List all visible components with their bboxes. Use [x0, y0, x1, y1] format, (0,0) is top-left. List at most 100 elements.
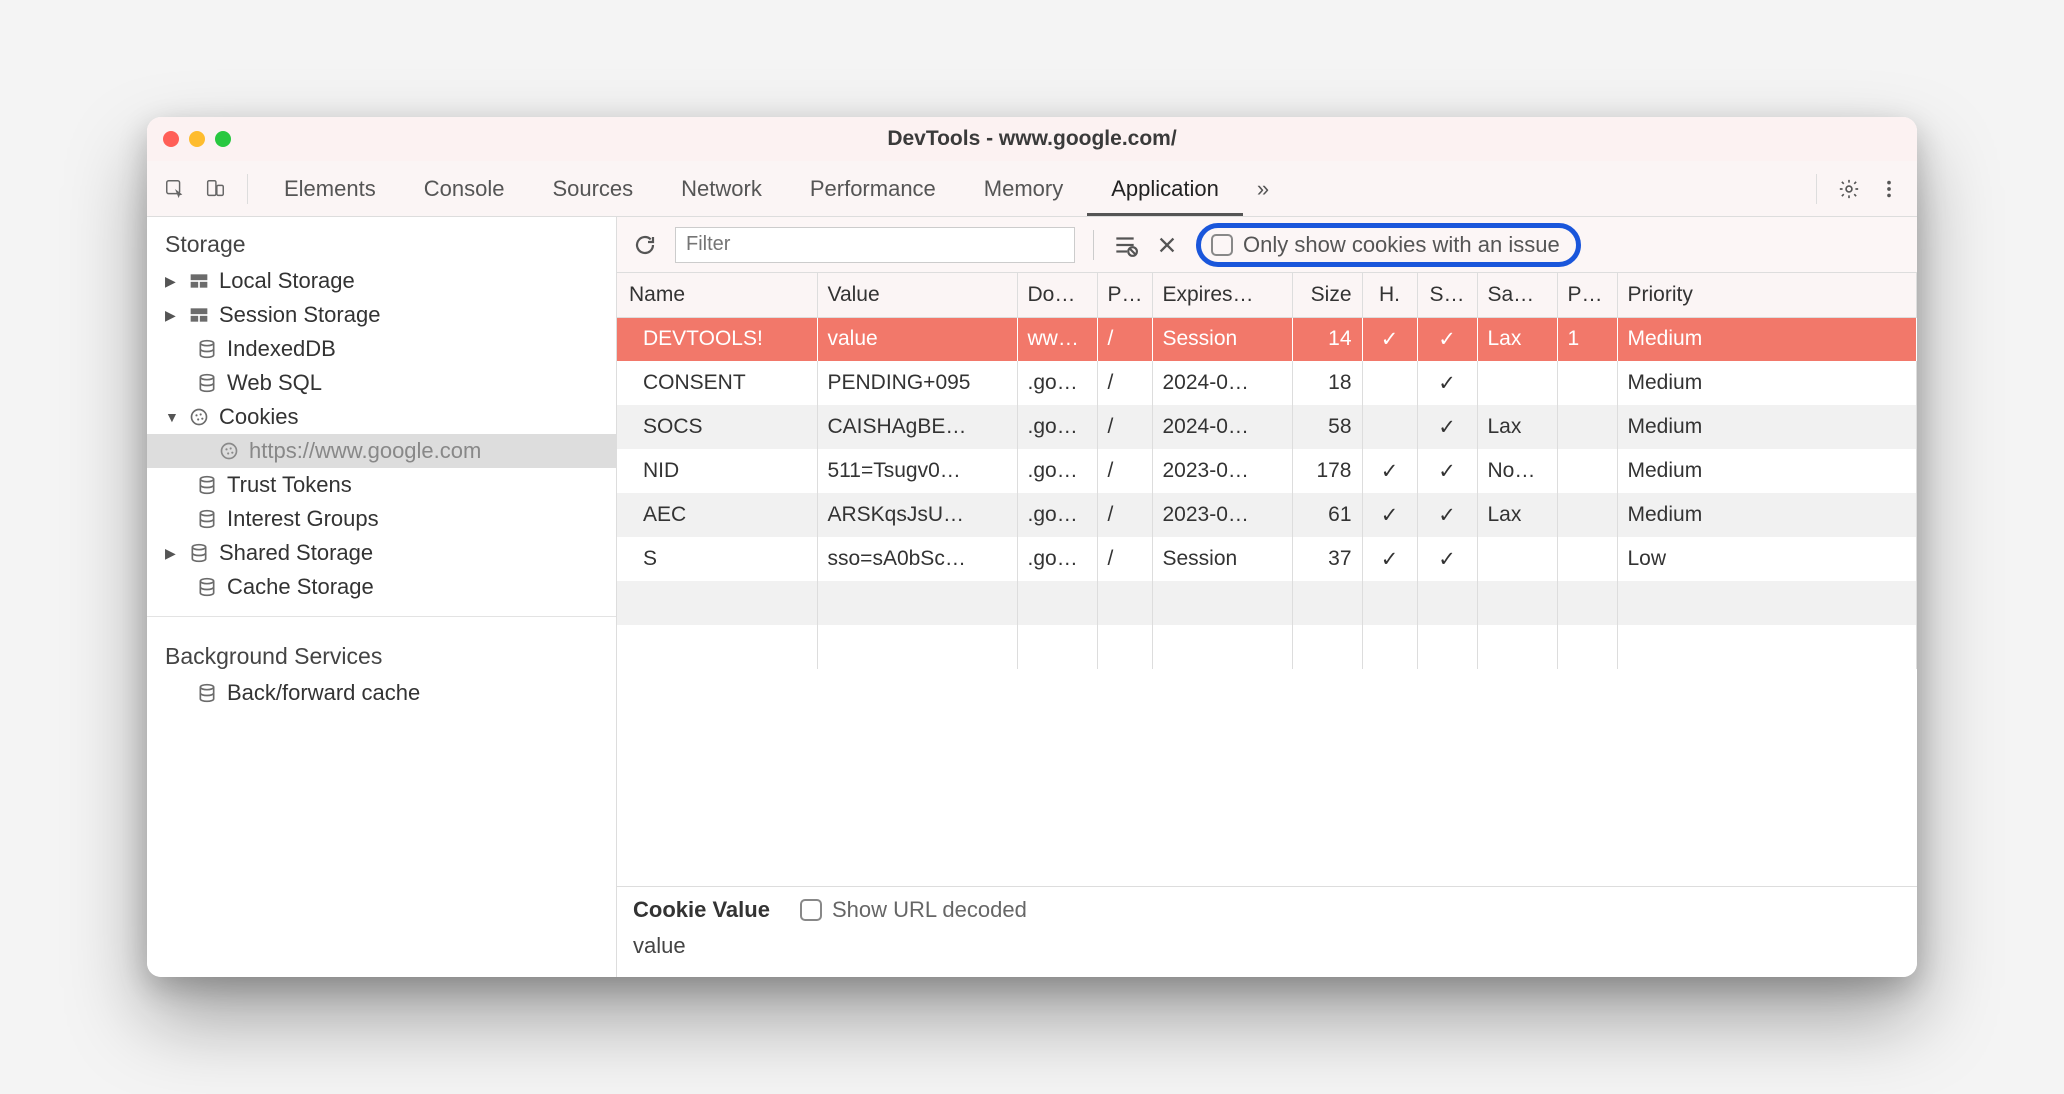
table-row[interactable]: AECARSKqsJsU….go…/2023-0…61✓✓LaxMedium	[617, 493, 1917, 537]
filter-input[interactable]	[675, 227, 1075, 263]
cell: ✓	[1417, 405, 1477, 449]
table-row[interactable]: SOCSCAISHAgBE….go…/2024-0…58✓LaxMedium	[617, 405, 1917, 449]
cell: ✓	[1417, 493, 1477, 537]
tab-performance[interactable]: Performance	[786, 161, 960, 216]
cell: No…	[1477, 449, 1557, 493]
cell	[1557, 405, 1617, 449]
cookie-value-text: value	[633, 933, 1901, 959]
cell	[1362, 361, 1417, 405]
sidebar-item-local-storage[interactable]: ▶ Local Storage	[147, 264, 616, 298]
separator	[1093, 230, 1094, 260]
storage-group-label: Storage	[147, 217, 616, 264]
cell: 2024-0…	[1152, 405, 1292, 449]
tab-console[interactable]: Console	[400, 161, 529, 216]
tab-network[interactable]: Network	[657, 161, 786, 216]
inspect-element-icon[interactable]	[155, 178, 195, 200]
database-icon	[195, 577, 219, 597]
table-row[interactable]: NID511=Tsugv0….go…/2023-0…178✓✓No…Medium	[617, 449, 1917, 493]
cell: .go…	[1017, 405, 1097, 449]
cell: /	[1097, 493, 1152, 537]
sidebar-item-label: Trust Tokens	[227, 472, 352, 498]
more-options-button[interactable]	[1869, 178, 1909, 200]
cell: sso=sA0bSc…	[817, 537, 1017, 581]
sidebar-item-cookies[interactable]: ▼ Cookies	[147, 400, 616, 434]
sidebar-item-label: Cookies	[219, 404, 298, 430]
col-httponly[interactable]: H.	[1362, 273, 1417, 317]
application-sidebar: Storage ▶ Local Storage ▶ Session Storag…	[147, 217, 617, 977]
col-path[interactable]: P…	[1097, 273, 1152, 317]
panel-tabs: Elements Console Sources Network Perform…	[147, 161, 1917, 217]
sidebar-item-interest-groups[interactable]: Interest Groups	[147, 502, 616, 536]
cell	[1557, 449, 1617, 493]
col-samesite[interactable]: Sa…	[1477, 273, 1557, 317]
table-row[interactable]: CONSENTPENDING+095.go…/2024-0…18✓Medium	[617, 361, 1917, 405]
device-toolbar-icon[interactable]	[195, 178, 235, 200]
cell: ✓	[1417, 361, 1477, 405]
tab-memory[interactable]: Memory	[960, 161, 1087, 216]
sidebar-item-label: Cache Storage	[227, 574, 374, 600]
table-icon	[187, 306, 211, 324]
zoom-window-button[interactable]	[215, 131, 231, 147]
col-name[interactable]: Name	[617, 273, 817, 317]
sidebar-item-shared-storage[interactable]: ▶ Shared Storage	[147, 536, 616, 570]
tab-application[interactable]: Application	[1087, 161, 1243, 216]
cell: NID	[617, 449, 817, 493]
col-value[interactable]: Value	[817, 273, 1017, 317]
col-size[interactable]: Size	[1292, 273, 1362, 317]
tab-sources[interactable]: Sources	[528, 161, 657, 216]
cell: ✓	[1362, 449, 1417, 493]
cell: CONSENT	[617, 361, 817, 405]
cell: 2023-0…	[1152, 493, 1292, 537]
cell: SOCS	[617, 405, 817, 449]
sidebar-item-websql[interactable]: Web SQL	[147, 366, 616, 400]
checkbox-icon	[1211, 234, 1233, 256]
sidebar-item-label: Back/forward cache	[227, 680, 420, 706]
cell	[1557, 361, 1617, 405]
cell: Medium	[1617, 405, 1917, 449]
cell: Medium	[1617, 493, 1917, 537]
delete-selected-button[interactable]	[1156, 234, 1178, 256]
traffic-lights	[163, 131, 231, 147]
sidebar-item-label: IndexedDB	[227, 336, 336, 362]
table-icon	[187, 272, 211, 290]
clear-all-button[interactable]	[1112, 232, 1138, 258]
tab-elements[interactable]: Elements	[260, 161, 400, 216]
table-row-empty	[617, 581, 1917, 625]
database-icon	[195, 509, 219, 529]
tabs-overflow-button[interactable]: »	[1243, 176, 1283, 202]
minimize-window-button[interactable]	[189, 131, 205, 147]
cell	[1477, 361, 1557, 405]
sidebar-item-cookie-origin[interactable]: https://www.google.com	[147, 434, 616, 468]
settings-button[interactable]	[1829, 178, 1869, 200]
sidebar-item-label: Interest Groups	[227, 506, 379, 532]
sidebar-item-cache-storage[interactable]: Cache Storage	[147, 570, 616, 604]
col-priority[interactable]: Priority	[1617, 273, 1917, 317]
sidebar-item-label: Local Storage	[219, 268, 355, 294]
cell: 511=Tsugv0…	[817, 449, 1017, 493]
background-group-label: Background Services	[147, 629, 616, 676]
only-show-issue-label: Only show cookies with an issue	[1243, 232, 1560, 258]
cookie-detail-panel: Cookie Value Show URL decoded value	[617, 886, 1917, 977]
table-row[interactable]: Ssso=sA0bSc….go…/Session37✓✓Low	[617, 537, 1917, 581]
col-expires[interactable]: Expires…	[1152, 273, 1292, 317]
refresh-button[interactable]	[633, 233, 657, 257]
sidebar-item-label: Shared Storage	[219, 540, 373, 566]
cell	[1477, 537, 1557, 581]
cell: S	[617, 537, 817, 581]
sidebar-item-session-storage[interactable]: ▶ Session Storage	[147, 298, 616, 332]
cell: 61	[1292, 493, 1362, 537]
sidebar-item-bfcache[interactable]: Back/forward cache	[147, 676, 616, 710]
col-domain[interactable]: Do…	[1017, 273, 1097, 317]
col-partition[interactable]: P…	[1557, 273, 1617, 317]
table-row[interactable]: DEVTOOLS!valueww…/Session14✓✓Lax1Medium	[617, 317, 1917, 361]
close-window-button[interactable]	[163, 131, 179, 147]
only-show-issue-checkbox[interactable]: Only show cookies with an issue	[1196, 223, 1581, 267]
sidebar-item-indexeddb[interactable]: IndexedDB	[147, 332, 616, 366]
show-url-decoded-checkbox[interactable]: Show URL decoded	[800, 897, 1027, 923]
col-secure[interactable]: S…	[1417, 273, 1477, 317]
cell: ✓	[1417, 449, 1477, 493]
cell: 37	[1292, 537, 1362, 581]
separator	[247, 174, 248, 204]
sidebar-item-trust-tokens[interactable]: Trust Tokens	[147, 468, 616, 502]
cell: 18	[1292, 361, 1362, 405]
